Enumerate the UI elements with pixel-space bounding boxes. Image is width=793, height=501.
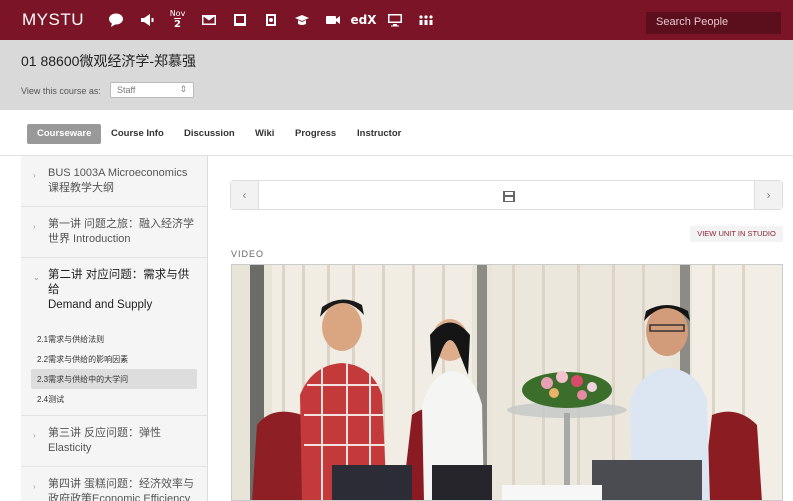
chapter-item[interactable]: › 第三讲 反应问题：弹性 Elasticity — [21, 416, 207, 467]
chevron-right-icon: › — [33, 431, 36, 440]
app-icons-bar: Nov 2 edX — [100, 6, 441, 34]
chapter-title: BUS 1003A Microeconomics — [48, 167, 188, 179]
view-as-label: View this course as: — [21, 86, 101, 96]
search-people-input[interactable]: Search People — [646, 12, 781, 34]
site-logo[interactable]: MYSTU — [0, 10, 100, 30]
section-item[interactable]: 2.2需求与供给的影响因素 — [31, 349, 197, 369]
book-icon[interactable] — [224, 6, 255, 34]
chapter-subtitle: Demand and Supply — [48, 299, 153, 311]
chapter-item[interactable]: › 第四讲 蛋糕问题：经济效率与 政府政策Economic Efficiency — [21, 467, 207, 501]
chapter-title: 第三讲 反应问题：弹性 — [48, 427, 162, 439]
course-header: 01 88600微观经济学-郑慕强 View this course as: S… — [0, 40, 793, 110]
edx-icon[interactable]: edX — [348, 6, 379, 34]
tab-wiki[interactable]: Wiki — [255, 124, 274, 144]
video-frame — [232, 265, 782, 500]
brain-icon[interactable] — [255, 6, 286, 34]
tab-progress[interactable]: Progress — [295, 124, 336, 144]
chapter-subtitle: 课程教学大纲 — [48, 182, 114, 194]
chapter-item[interactable]: › BUS 1003A Microeconomics 课程教学大纲 — [21, 156, 207, 207]
section-item-active[interactable]: 2.3需求与供给中的大学问 — [31, 369, 197, 389]
tab-discussion[interactable]: Discussion — [184, 124, 235, 144]
section-item[interactable]: 2.1需求与供给法则 — [31, 329, 197, 349]
mail-icon[interactable] — [193, 6, 224, 34]
chevron-down-icon: ⌄ — [33, 273, 40, 282]
calendar-icon[interactable]: Nov 2 — [162, 6, 193, 34]
tab-course-info[interactable]: Course Info — [111, 124, 164, 144]
course-outline-sidebar: › BUS 1003A Microeconomics 课程教学大纲 › 第一讲 … — [21, 156, 208, 501]
course-title: 01 88600微观经济学-郑慕强 — [21, 53, 197, 69]
chapter-item[interactable]: › 第一讲 问题之旅：融入经济学 世界 Introduction — [21, 207, 207, 258]
select-arrows-icon: ⇕ — [179, 84, 187, 94]
chapter-subtitle: 政府政策Economic Efficiency — [48, 493, 191, 501]
chapter-subtitle: Elasticity — [48, 442, 92, 454]
view-as-value: Staff — [117, 85, 136, 95]
chapter-title: 第二讲 对应问题：需求与供给 — [48, 269, 190, 296]
chapter-title: 第一讲 问题之旅：融入经济学 — [48, 218, 195, 230]
people-icon[interactable] — [410, 6, 441, 34]
chevron-right-icon: › — [33, 482, 36, 491]
course-tabs: Courseware Course Info Discussion Wiki P… — [0, 110, 793, 156]
chat-icon[interactable] — [100, 6, 131, 34]
video-unit-icon[interactable] — [503, 189, 515, 202]
graduation-cap-icon[interactable] — [286, 6, 317, 34]
top-navbar: MYSTU Nov 2 edX Search People — [0, 0, 793, 40]
video-camera-icon[interactable] — [317, 6, 348, 34]
chevron-right-icon: › — [33, 222, 36, 231]
diy-monitor-icon[interactable] — [379, 6, 410, 34]
previous-unit-button[interactable]: ‹ — [231, 181, 259, 209]
view-as-select[interactable]: Staff ⇕ — [110, 82, 194, 98]
tab-courseware[interactable]: Courseware — [27, 124, 102, 144]
video-label: VIDEO — [231, 249, 265, 259]
sequence-navigation: ‹ › — [230, 180, 783, 210]
next-unit-button[interactable]: › — [754, 181, 782, 209]
section-item[interactable]: 2.4测试 — [31, 389, 197, 409]
section-list: 2.1需求与供给法则 2.2需求与供给的影响因素 2.3需求与供给中的大学问 2… — [21, 323, 207, 416]
chevron-right-icon: › — [33, 171, 36, 180]
view-unit-in-studio-button[interactable]: VIEW UNIT IN STUDIO — [690, 226, 783, 242]
megaphone-icon[interactable] — [131, 6, 162, 34]
video-player[interactable] — [231, 264, 783, 501]
chapter-title: 第四讲 蛋糕问题：经济效率与 — [48, 478, 195, 490]
chapter-subtitle: 世界 Introduction — [48, 233, 131, 245]
chapter-item-open[interactable]: ⌄ 第二讲 对应问题：需求与供给 Demand and Supply — [21, 258, 207, 323]
tab-instructor[interactable]: Instructor — [357, 124, 401, 144]
